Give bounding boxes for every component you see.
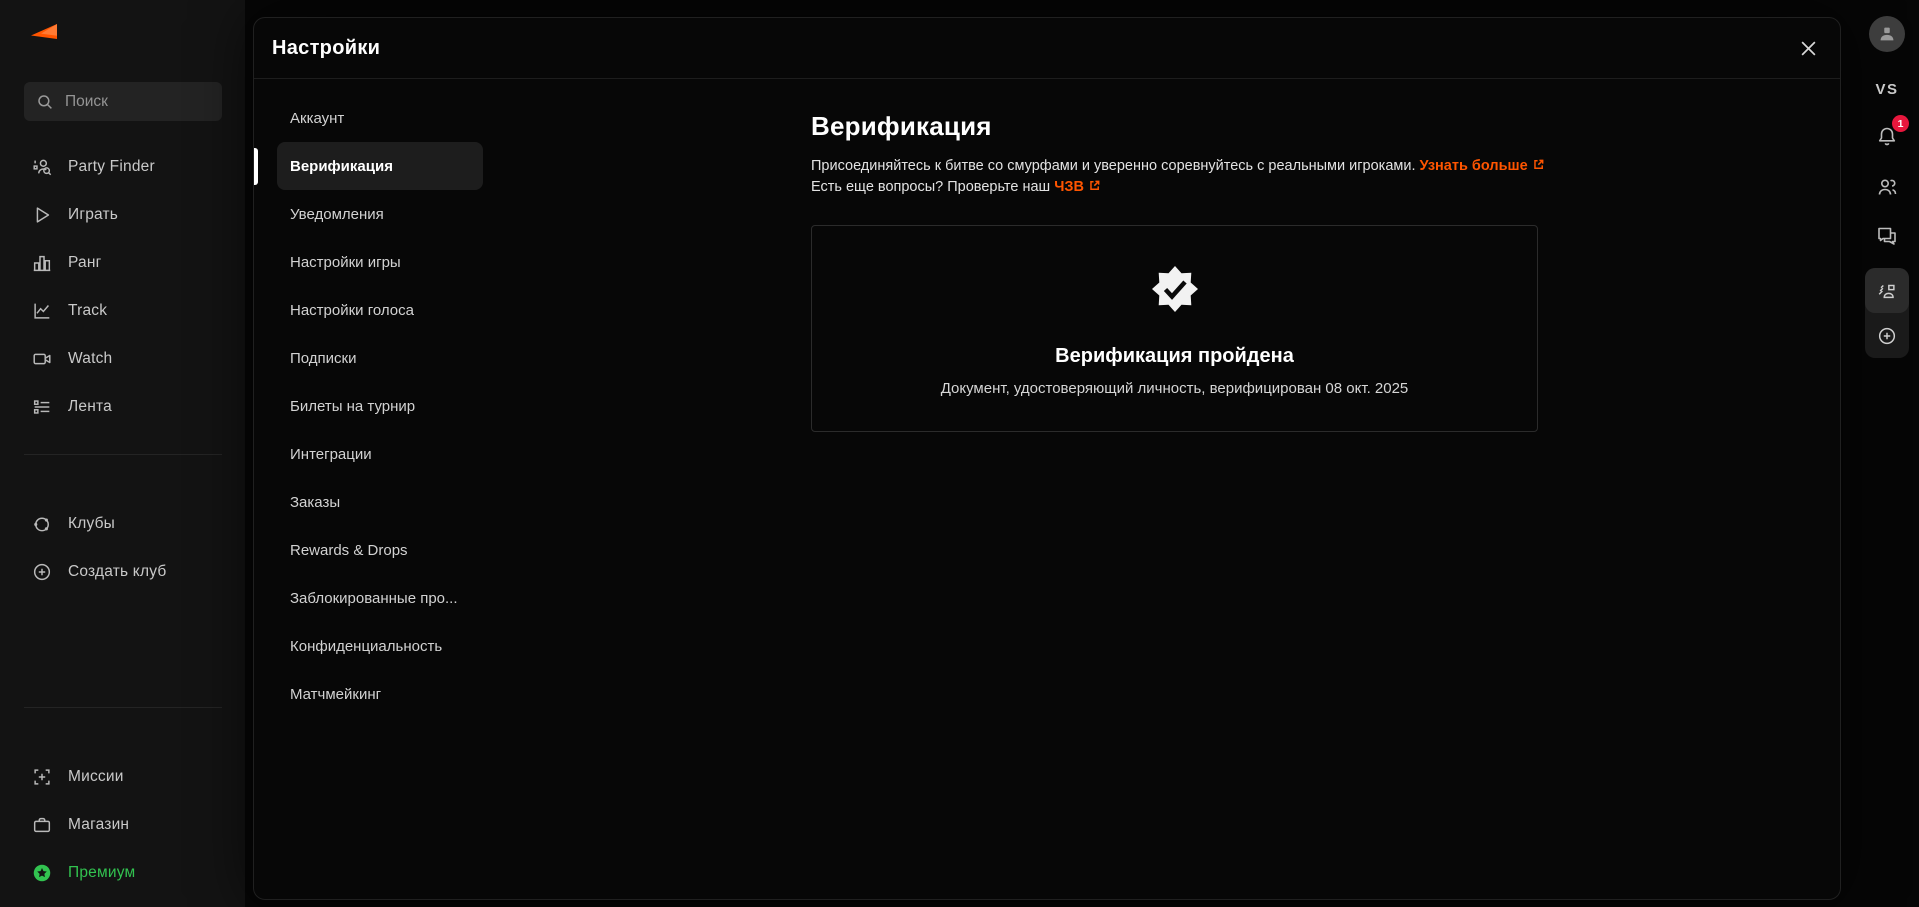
- sidebar-item-create-club[interactable]: Создать клуб: [0, 548, 245, 596]
- search-placeholder: Поиск: [65, 93, 108, 111]
- learn-more-label: Узнать больше: [1420, 158, 1528, 174]
- sidebar-item-missions[interactable]: Миссии: [0, 753, 245, 801]
- friends-icon: [1875, 175, 1899, 199]
- friends-button[interactable]: [1875, 175, 1899, 199]
- sidebar-item-label: Лента: [68, 398, 112, 416]
- divider: [24, 707, 222, 708]
- verification-status-card: Верификация пройдена Документ, удостовер…: [811, 225, 1538, 432]
- faq-question-text: Есть еще вопросы? Проверьте наш: [811, 179, 1050, 195]
- active-nav-indicator: [254, 148, 258, 185]
- settings-tab-notifications[interactable]: Уведомления: [277, 190, 483, 238]
- settings-tab-verification[interactable]: Верификация: [277, 142, 483, 190]
- plus-circle-icon: [1876, 325, 1898, 347]
- search-input[interactable]: Поиск: [24, 82, 222, 121]
- divider: [24, 454, 222, 455]
- settings-tab-orders[interactable]: Заказы: [277, 478, 483, 526]
- modal-header: Настройки: [254, 18, 1840, 79]
- sidebar-spacer: [0, 596, 245, 684]
- right-rail: VS 1: [1855, 0, 1919, 907]
- chat-button[interactable]: [1875, 224, 1899, 248]
- sidebar-item-label: Track: [68, 302, 107, 320]
- sidebar-item-track[interactable]: Track: [0, 287, 245, 335]
- shop-icon: [31, 814, 53, 836]
- play-icon: [31, 204, 53, 226]
- faq-link[interactable]: ЧЗВ: [1054, 179, 1101, 195]
- party-finder-icon: [31, 156, 53, 178]
- sidebar-item-label: Премиум: [68, 864, 135, 882]
- chat-icon: [1875, 224, 1899, 248]
- settings-tab-voice-settings[interactable]: Настройки голоса: [277, 286, 483, 334]
- search-icon: [36, 93, 54, 111]
- settings-modal: Настройки Аккаунт Верификация Уведомлени…: [253, 17, 1841, 900]
- notification-badge: 1: [1892, 115, 1909, 132]
- avatar[interactable]: [1869, 16, 1905, 52]
- sidebar-item-label: Создать клуб: [68, 563, 166, 581]
- create-club-icon: [31, 561, 53, 583]
- notifications-button[interactable]: 1: [1875, 124, 1899, 148]
- clubs-icon: [31, 513, 53, 535]
- watch-icon: [31, 348, 53, 370]
- sidebar-item-label: Магазин: [68, 816, 129, 834]
- username-label: VS: [1875, 81, 1898, 98]
- sidebar-item-label: Party Finder: [68, 158, 155, 176]
- settings-nav: Аккаунт Верификация Уведомления Настройк…: [277, 94, 483, 899]
- verified-badge-icon: [1151, 265, 1199, 313]
- sidebar-item-watch[interactable]: Watch: [0, 335, 245, 383]
- settings-tab-tournament-tickets[interactable]: Билеты на турнир: [277, 382, 483, 430]
- close-icon: [1800, 40, 1817, 57]
- party-widget: [1865, 268, 1909, 358]
- faceit-logo-icon: [27, 22, 59, 48]
- main-sidebar: Поиск Party Finder Играть Ранг: [0, 0, 245, 907]
- sidebar-item-clubs[interactable]: Клубы: [0, 500, 245, 548]
- sidebar-item-rank[interactable]: Ранг: [0, 239, 245, 287]
- settings-tab-privacy[interactable]: Конфиденциальность: [277, 622, 483, 670]
- sidebar-item-feed[interactable]: Лента: [0, 383, 245, 431]
- settings-tab-game-settings[interactable]: Настройки игры: [277, 238, 483, 286]
- party-icon: [1876, 280, 1898, 302]
- settings-tab-integrations[interactable]: Интеграции: [277, 430, 483, 478]
- sidebar-item-premium[interactable]: Премиум: [0, 849, 245, 897]
- sidebar-item-shop[interactable]: Магазин: [0, 801, 245, 849]
- settings-tab-account[interactable]: Аккаунт: [277, 94, 483, 142]
- verification-description: Присоединяйтесь к битве со смурфами и ув…: [811, 156, 1818, 198]
- verification-panel: Верификация Присоединяйтесь к битве со с…: [811, 79, 1818, 899]
- missions-icon: [31, 766, 53, 788]
- intro-text: Присоединяйтесь к битве со смурфами и ув…: [811, 158, 1416, 174]
- verification-status-subtitle: Документ, удостоверяющий личность, вериф…: [941, 380, 1409, 397]
- premium-icon: [31, 862, 53, 884]
- sidebar-item-label: Клубы: [68, 515, 115, 533]
- learn-more-link[interactable]: Узнать больше: [1420, 158, 1545, 174]
- feed-icon: [31, 396, 53, 418]
- modal-title: Настройки: [272, 37, 380, 60]
- settings-tab-matchmaking[interactable]: Матчмейкинг: [277, 670, 483, 718]
- settings-tab-blocked-profiles[interactable]: Заблокированные про...: [277, 574, 483, 622]
- rank-icon: [31, 252, 53, 274]
- sidebar-item-label: Миссии: [68, 768, 124, 786]
- sidebar-item-play[interactable]: Играть: [0, 191, 245, 239]
- external-link-icon: [1532, 158, 1545, 171]
- settings-tab-subscriptions[interactable]: Подписки: [277, 334, 483, 382]
- sidebar-item-label: Watch: [68, 350, 112, 368]
- verification-status-title: Верификация пройдена: [1055, 345, 1294, 368]
- faq-link-label: ЧЗВ: [1054, 179, 1084, 195]
- party-finder-button[interactable]: [1865, 268, 1909, 313]
- create-party-button[interactable]: [1865, 313, 1909, 358]
- external-link-icon: [1088, 179, 1101, 192]
- sidebar-item-label: Ранг: [68, 254, 101, 272]
- user-icon: [1876, 23, 1898, 45]
- faceit-logo[interactable]: [27, 22, 245, 50]
- track-icon: [31, 300, 53, 322]
- sidebar-item-label: Играть: [68, 206, 118, 224]
- page-title: Верификация: [811, 111, 1818, 142]
- close-button[interactable]: [1794, 34, 1822, 62]
- sidebar-item-party-finder[interactable]: Party Finder: [0, 143, 245, 191]
- settings-tab-rewards-drops[interactable]: Rewards & Drops: [277, 526, 483, 574]
